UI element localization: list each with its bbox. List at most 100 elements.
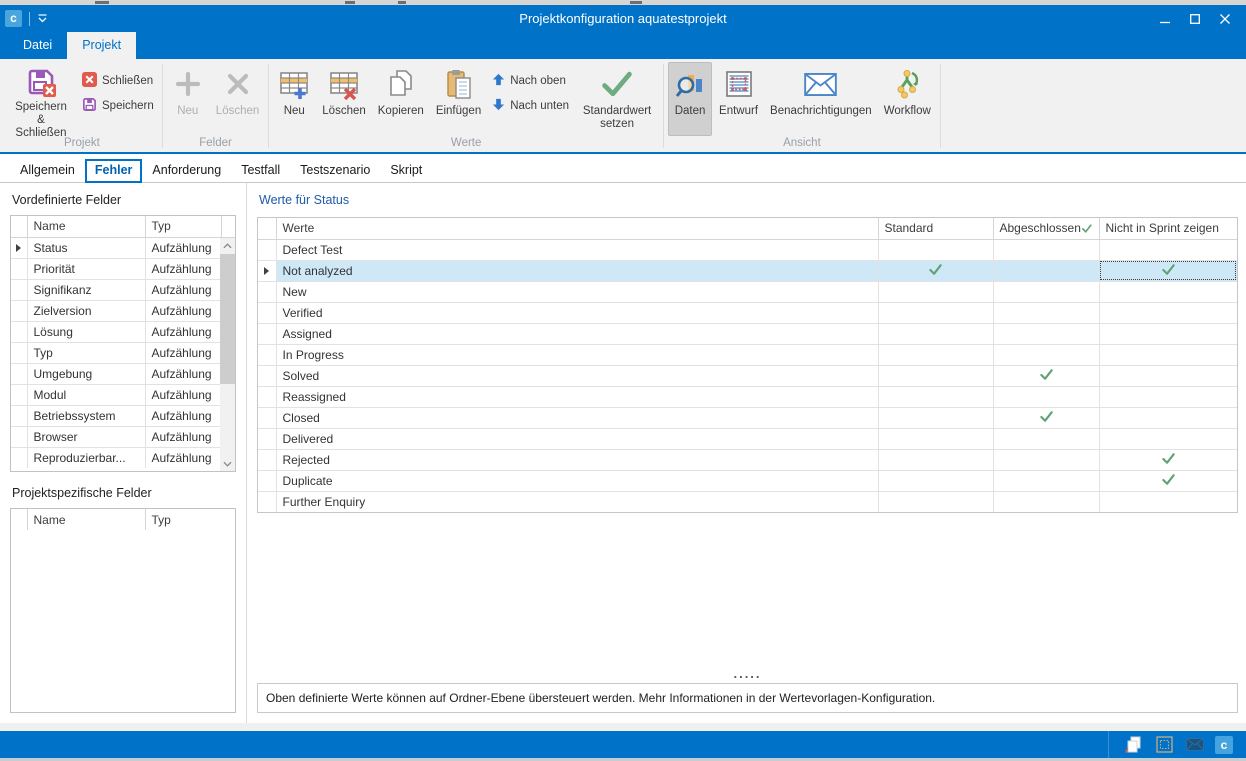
move-down-button[interactable]: Nach unten — [488, 95, 573, 116]
standard-cell[interactable] — [878, 365, 993, 386]
new-value-button[interactable]: Neu — [273, 62, 315, 136]
row-indicator[interactable] — [258, 449, 276, 470]
nicht-in-sprint-cell[interactable] — [1099, 344, 1237, 365]
column-header-werte[interactable]: Werte — [276, 218, 878, 239]
standard-cell[interactable] — [878, 344, 993, 365]
field-type-cell[interactable]: Aufzählung — [145, 363, 221, 384]
column-header-typ[interactable]: Typ — [145, 509, 235, 530]
row-indicator[interactable] — [11, 321, 27, 342]
tab-anforderung[interactable]: Anforderung — [142, 159, 231, 182]
app-icon[interactable]: c — [5, 10, 22, 27]
nicht-in-sprint-cell[interactable] — [1099, 449, 1237, 470]
close-button[interactable] — [1210, 5, 1240, 32]
field-type-cell[interactable]: Aufzählung — [145, 405, 221, 426]
tab-skript[interactable]: Skript — [380, 159, 432, 182]
column-header-name[interactable]: Name — [27, 216, 145, 237]
notifications-button[interactable]: Benachrichtigungen — [765, 62, 877, 136]
frame-icon[interactable] — [1153, 734, 1175, 756]
field-name-cell[interactable]: Browser — [27, 426, 145, 447]
field-name-cell[interactable]: Reproduzierbar... — [27, 447, 145, 468]
field-type-cell[interactable]: Aufzählung — [145, 447, 221, 468]
value-name-cell[interactable]: Assigned — [276, 323, 878, 344]
standard-cell[interactable] — [878, 491, 993, 512]
value-name-cell[interactable]: Duplicate — [276, 470, 878, 491]
value-name-cell[interactable]: Reassigned — [276, 386, 878, 407]
nicht-in-sprint-cell[interactable] — [1099, 407, 1237, 428]
scroll-down-icon[interactable] — [220, 456, 235, 471]
field-name-cell[interactable]: Priorität — [27, 258, 145, 279]
maximize-button[interactable] — [1180, 5, 1210, 32]
field-type-cell[interactable]: Aufzählung — [145, 300, 221, 321]
abgeschlossen-cell[interactable] — [993, 428, 1099, 449]
column-header-name[interactable]: Name — [27, 509, 145, 530]
nicht-in-sprint-cell[interactable] — [1099, 386, 1237, 407]
tab-fehler[interactable]: Fehler — [85, 159, 143, 183]
close-project-button[interactable]: Schließen — [78, 70, 158, 91]
row-indicator[interactable] — [258, 260, 276, 281]
nicht-in-sprint-cell[interactable] — [1099, 302, 1237, 323]
ribbon-tab-datei[interactable]: Datei — [8, 32, 67, 59]
field-name-cell[interactable]: Lösung — [27, 321, 145, 342]
workflow-button[interactable]: Workflow — [879, 62, 936, 136]
value-name-cell[interactable]: Not analyzed — [276, 260, 878, 281]
design-view-button[interactable]: Entwurf — [714, 62, 763, 136]
row-indicator[interactable] — [11, 258, 27, 279]
row-indicator[interactable] — [258, 386, 276, 407]
column-header-standard[interactable]: Standard — [878, 218, 993, 239]
standard-cell[interactable] — [878, 449, 993, 470]
abgeschlossen-cell[interactable] — [993, 260, 1099, 281]
abgeschlossen-cell[interactable] — [993, 470, 1099, 491]
field-type-cell[interactable]: Aufzählung — [145, 258, 221, 279]
value-name-cell[interactable]: Solved — [276, 365, 878, 386]
minimize-button[interactable] — [1150, 5, 1180, 32]
value-name-cell[interactable]: Delivered — [276, 428, 878, 449]
row-indicator[interactable] — [11, 447, 27, 468]
value-name-cell[interactable]: New — [276, 281, 878, 302]
field-name-cell[interactable]: Typ — [27, 342, 145, 363]
standard-cell[interactable] — [878, 470, 993, 491]
nicht-in-sprint-cell[interactable] — [1099, 428, 1237, 449]
abgeschlossen-cell[interactable] — [993, 302, 1099, 323]
nicht-in-sprint-cell[interactable] — [1099, 239, 1237, 260]
row-indicator[interactable] — [258, 428, 276, 449]
nicht-in-sprint-cell[interactable] — [1099, 260, 1237, 281]
standard-cell[interactable] — [878, 323, 993, 344]
row-indicator[interactable] — [258, 323, 276, 344]
value-name-cell[interactable]: Verified — [276, 302, 878, 323]
row-indicator[interactable] — [11, 279, 27, 300]
tab-testszenario[interactable]: Testszenario — [290, 159, 380, 182]
copy-pages-icon[interactable] — [1122, 734, 1144, 756]
abgeschlossen-cell[interactable] — [993, 344, 1099, 365]
data-view-button[interactable]: Daten — [668, 62, 712, 136]
row-indicator[interactable] — [11, 300, 27, 321]
row-indicator[interactable] — [11, 384, 27, 405]
row-indicator[interactable] — [11, 342, 27, 363]
row-indicator[interactable] — [258, 407, 276, 428]
value-name-cell[interactable]: Closed — [276, 407, 878, 428]
abgeschlossen-cell[interactable] — [993, 239, 1099, 260]
abgeschlossen-cell[interactable] — [993, 407, 1099, 428]
nicht-in-sprint-cell[interactable] — [1099, 281, 1237, 302]
value-name-cell[interactable]: Defect Test — [276, 239, 878, 260]
scroll-up-icon[interactable] — [220, 238, 235, 253]
move-up-button[interactable]: Nach oben — [488, 70, 573, 91]
value-name-cell[interactable]: Rejected — [276, 449, 878, 470]
field-name-cell[interactable]: Umgebung — [27, 363, 145, 384]
copy-value-button[interactable]: Kopieren — [373, 62, 429, 136]
abgeschlossen-cell[interactable] — [993, 323, 1099, 344]
nicht-in-sprint-cell[interactable] — [1099, 491, 1237, 512]
abgeschlossen-cell[interactable] — [993, 365, 1099, 386]
nicht-in-sprint-cell[interactable] — [1099, 323, 1237, 344]
field-type-cell[interactable]: Aufzählung — [145, 321, 221, 342]
standard-cell[interactable] — [878, 260, 993, 281]
value-name-cell[interactable]: In Progress — [276, 344, 878, 365]
save-and-close-button[interactable]: Speichern & Schließen — [6, 62, 76, 136]
delete-value-button[interactable]: Löschen — [317, 62, 370, 136]
standard-cell[interactable] — [878, 386, 993, 407]
standard-cell[interactable] — [878, 281, 993, 302]
row-indicator[interactable] — [11, 426, 27, 447]
row-indicator[interactable] — [11, 405, 27, 426]
field-name-cell[interactable]: Signifikanz — [27, 279, 145, 300]
column-header-typ[interactable]: Typ — [145, 216, 221, 237]
nicht-in-sprint-cell[interactable] — [1099, 470, 1237, 491]
